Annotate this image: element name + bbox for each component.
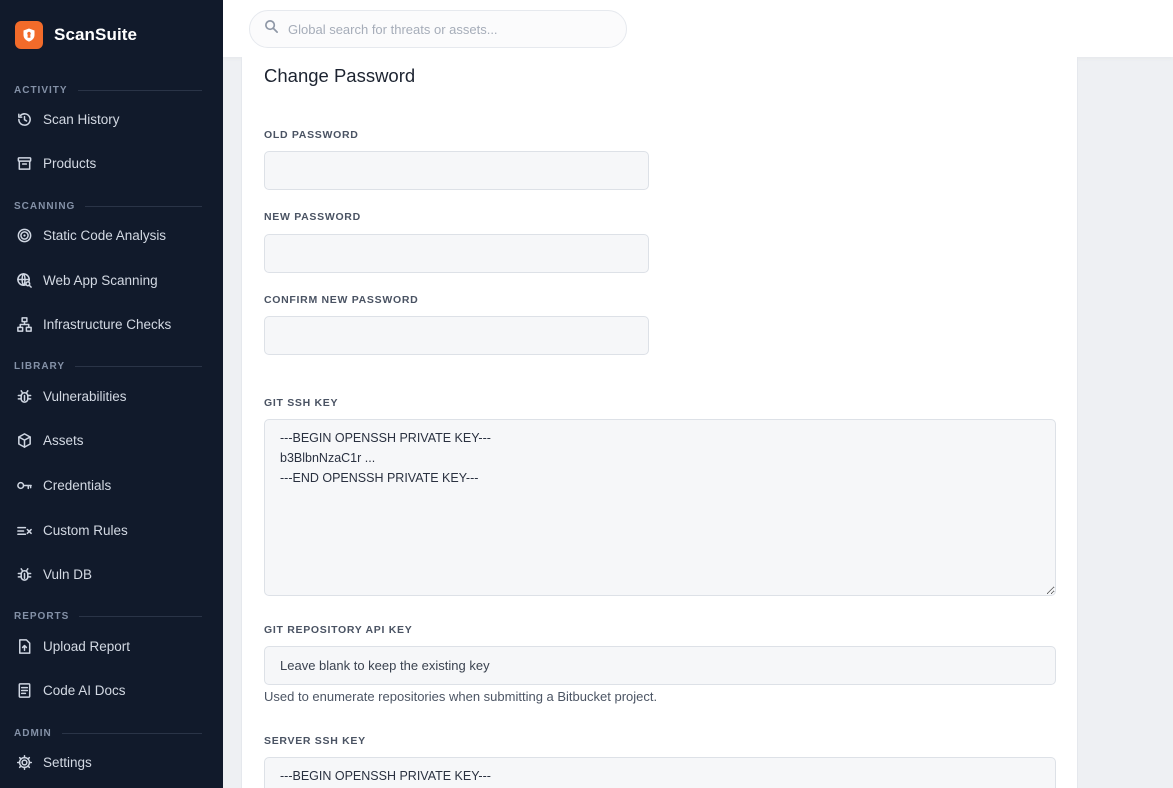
sidebar-item-label: Scan History xyxy=(43,111,120,127)
document-icon xyxy=(15,682,33,700)
sidebar-item-label: Infrastructure Checks xyxy=(43,317,172,333)
settings-card: Change Password OLD PASSWORD NEW PASSWOR… xyxy=(241,57,1078,788)
git-ssh-key-label: GIT SSH KEY xyxy=(264,397,339,409)
bug-icon xyxy=(15,387,33,405)
sidebar-item-label: Web App Scanning xyxy=(43,272,158,288)
sidebar-item-label: Vulnerabilities xyxy=(43,388,127,404)
sidebar-item-vulnerabilities[interactable]: Vulnerabilities xyxy=(0,374,223,419)
old-password-label: OLD PASSWORD xyxy=(264,129,359,141)
sidebar-section-activity: ACTIVITY xyxy=(14,83,202,97)
brand[interactable]: ScanSuite xyxy=(0,0,223,70)
sidebar-item-label: Upload Report xyxy=(43,638,131,654)
network-tree-icon xyxy=(15,316,33,334)
sidebar-item-label: Credentials xyxy=(43,477,112,493)
sidebar: ScanSuite ACTIVITY Scan History Products SC… xyxy=(0,0,223,788)
bug-icon xyxy=(15,566,33,584)
sidebar-item-label: Vuln DB xyxy=(43,567,93,583)
section-divider xyxy=(61,732,202,734)
global-search[interactable] xyxy=(249,10,627,48)
section-divider xyxy=(77,89,202,91)
sidebar-nav: ACTIVITY Scan History Products SCANNING Stat… xyxy=(0,83,223,785)
cube-icon xyxy=(15,432,33,450)
shield-logo-icon xyxy=(15,21,43,49)
sidebar-item-assets[interactable]: Assets xyxy=(0,419,223,464)
page-title: Change Password xyxy=(264,65,416,86)
section-divider xyxy=(79,616,202,618)
server-ssh-key-label: SERVER SSH KEY xyxy=(264,735,366,747)
confirm-password-field[interactable] xyxy=(264,316,649,355)
sidebar-item-label: Settings xyxy=(43,754,92,770)
sidebar-section-library: LIBRARY xyxy=(14,360,202,374)
sidebar-item-vuln-db[interactable]: Vuln DB xyxy=(0,552,223,597)
gear-icon xyxy=(15,753,33,771)
sidebar-item-settings[interactable]: Settings xyxy=(0,740,223,785)
sidebar-item-scan-history[interactable]: Scan History xyxy=(0,97,223,142)
search-input[interactable] xyxy=(288,21,608,37)
server-ssh-key-textarea[interactable]: ---BEGIN OPENSSH PRIVATE KEY--- xyxy=(264,757,1056,788)
sidebar-section-scanning: SCANNING xyxy=(14,199,202,213)
section-label: ACTIVITY xyxy=(14,84,68,96)
search-icon xyxy=(264,19,279,39)
section-divider xyxy=(85,205,202,207)
history-icon xyxy=(15,110,33,128)
key-icon xyxy=(15,476,33,494)
sidebar-item-code-ai-docs[interactable]: Code AI Docs xyxy=(0,669,223,714)
section-label: REPORTS xyxy=(14,611,70,623)
sidebar-item-label: Code AI Docs xyxy=(43,683,126,699)
rules-icon xyxy=(15,521,33,539)
target-icon xyxy=(15,226,33,244)
sidebar-item-infrastructure-checks[interactable]: Infrastructure Checks xyxy=(0,302,223,347)
brand-name: ScanSuite xyxy=(54,25,138,44)
sidebar-item-products[interactable]: Products xyxy=(0,142,223,187)
sidebar-item-web-app-scanning[interactable]: Web App Scanning xyxy=(0,258,223,303)
git-api-key-field[interactable] xyxy=(264,646,1056,685)
sidebar-item-upload-report[interactable]: Upload Report xyxy=(0,624,223,669)
sidebar-section-reports: REPORTS xyxy=(14,610,202,624)
section-divider xyxy=(75,366,202,368)
sidebar-item-label: Products xyxy=(43,156,97,172)
globe-search-icon xyxy=(15,271,33,289)
sidebar-item-label: Static Code Analysis xyxy=(43,227,167,243)
sidebar-item-static-code-analysis[interactable]: Static Code Analysis xyxy=(0,213,223,258)
sidebar-item-label: Assets xyxy=(43,433,84,449)
upload-file-icon xyxy=(15,637,33,655)
git-ssh-key-textarea[interactable]: ---BEGIN OPENSSH PRIVATE KEY--- b3BlbnNz… xyxy=(264,419,1056,596)
old-password-field[interactable] xyxy=(264,151,649,190)
git-api-key-label: GIT REPOSITORY API KEY xyxy=(264,624,413,636)
sidebar-item-label: Custom Rules xyxy=(43,522,128,538)
new-password-field[interactable] xyxy=(264,234,649,273)
section-label: SCANNING xyxy=(14,200,76,212)
confirm-password-label: CONFIRM NEW PASSWORD xyxy=(264,294,419,306)
sidebar-item-custom-rules[interactable]: Custom Rules xyxy=(0,508,223,553)
section-label: LIBRARY xyxy=(14,361,66,373)
top-bar xyxy=(223,0,1173,57)
section-label: ADMIN xyxy=(14,727,52,739)
git-api-key-help: Used to enumerate repositories when subm… xyxy=(264,689,658,704)
new-password-label: NEW PASSWORD xyxy=(264,211,361,223)
archive-box-icon xyxy=(15,155,33,173)
sidebar-section-admin: ADMIN xyxy=(14,726,202,740)
sidebar-item-credentials[interactable]: Credentials xyxy=(0,463,223,508)
